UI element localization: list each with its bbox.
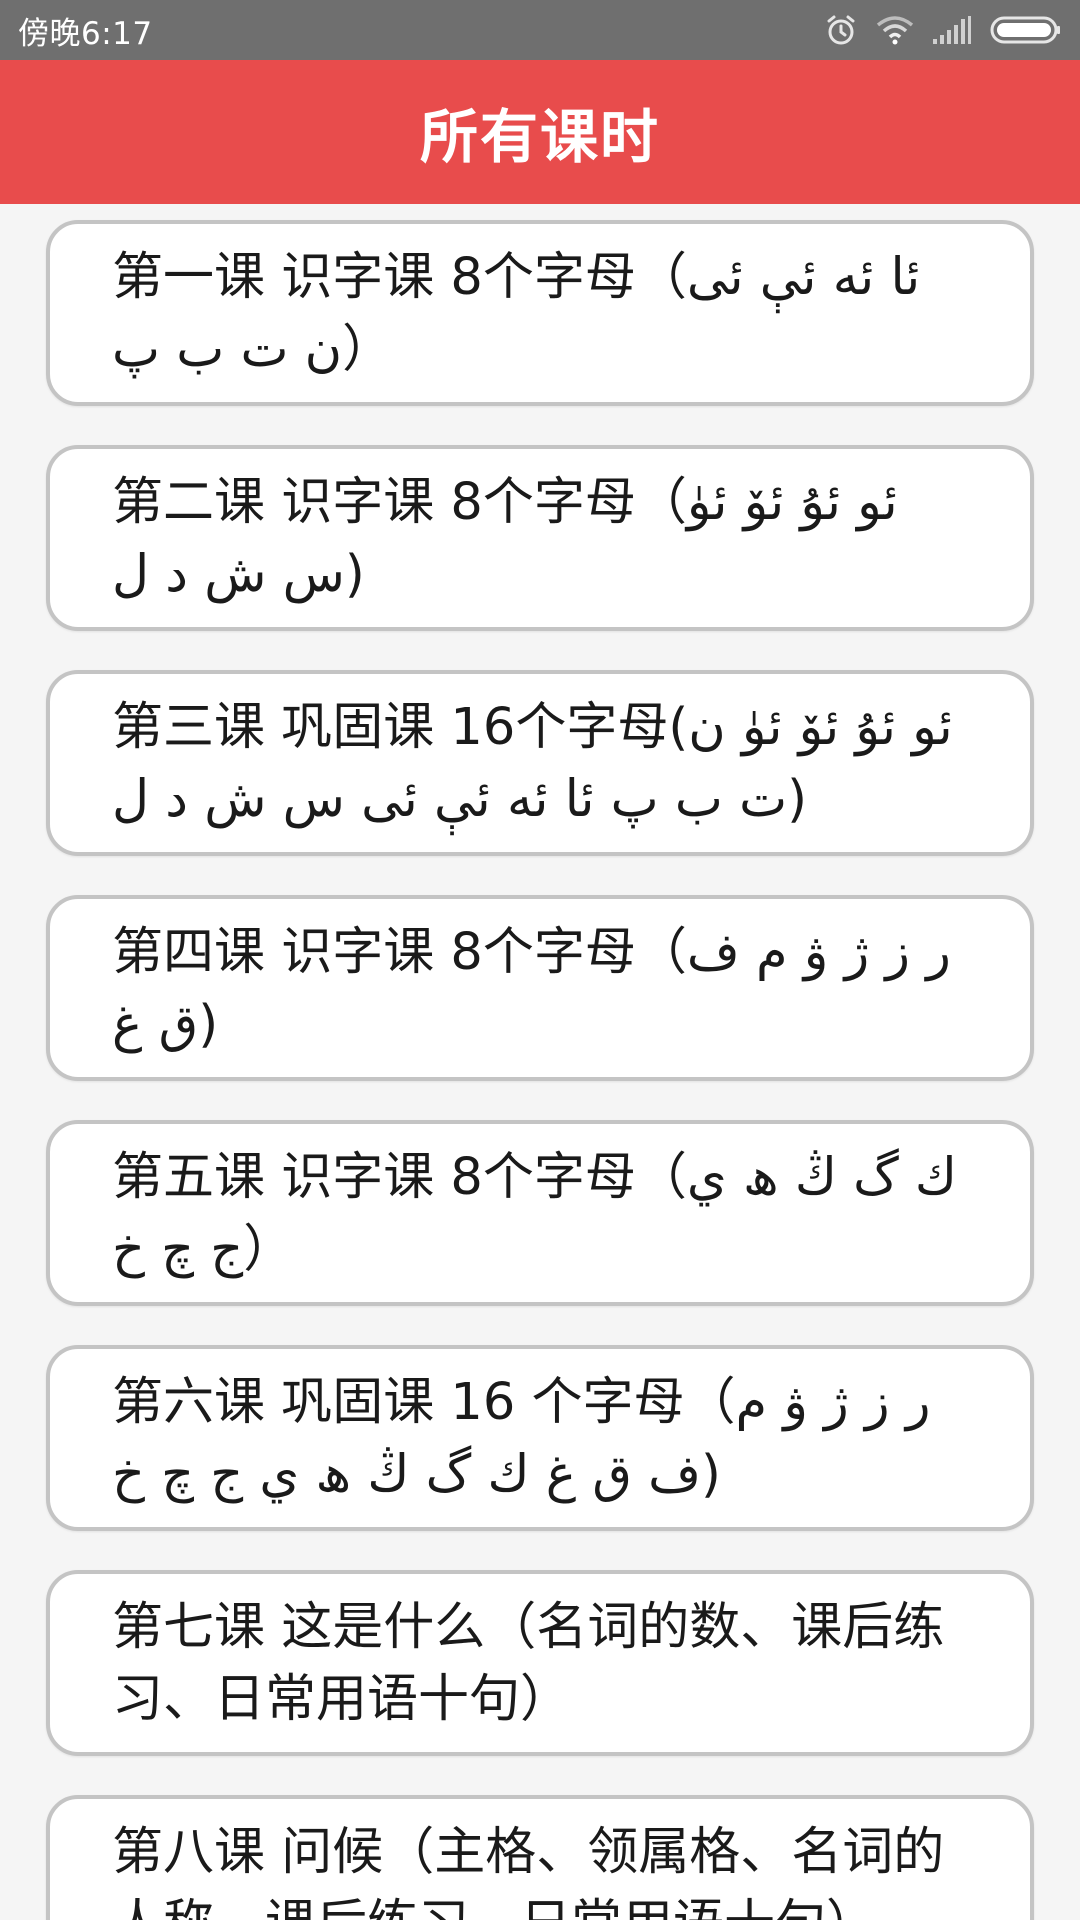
wifi-icon [876,15,914,45]
lesson-card-7[interactable]: 第七课 这是什么（名词的数、课后练习、日常用语十句） [46,1570,1034,1756]
lesson-title: 第四课 识字课 8个字母（ر ز ژ ۋ م ف ق غ) [112,923,951,1054]
lesson-title: 第一课 识字课 8个字母（ئا ئە ئې ئى ن ت ب پ） [112,248,921,379]
lesson-title: 第五课 识字课 8个字母（ك گ ڭ ھ ي ج چ خ） [112,1148,957,1279]
lesson-card-3[interactable]: 第三课 巩固课 16个字母(ئو ئۇ ئۆ ئۈ ن ت ب پ ئا ئە … [46,670,1034,856]
lesson-card-2[interactable]: 第二课 识字课 8个字母（ئو ئۇ ئۆ ئۈ س ش د ل) [46,445,1034,631]
lesson-card-5[interactable]: 第五课 识字课 8个字母（ك گ ڭ ھ ي ج چ خ） [46,1120,1034,1306]
signal-icon [932,15,972,45]
lesson-title: 第六课 巩固课 16 个字母（ر ز ژ ۋ م ف ق غ ك گ ڭ ھ ي… [112,1373,931,1504]
page-title: 所有课时 [419,103,660,171]
alarm-icon [824,13,858,47]
lesson-list[interactable]: 第一课 识字课 8个字母（ئا ئە ئې ئى ن ت ب پ） 第二课 识字… [0,204,1080,1920]
lesson-card-8[interactable]: 第八课 问候（主格、领属格、名词的人称、课后练习、日常用语十句） [46,1795,1034,1920]
lesson-card-4[interactable]: 第四课 识字课 8个字母（ر ز ژ ۋ م ف ق غ) [46,895,1034,1081]
status-bar: 傍晚6:17 [0,0,1080,60]
lesson-card-1[interactable]: 第一课 识字课 8个字母（ئا ئە ئې ئى ن ت ب پ） [46,220,1034,406]
lesson-title: 第三课 巩固课 16个字母(ئو ئۇ ئۆ ئۈ ن ت ب پ ئا ئە … [112,698,953,829]
app-bar: 所有课时 [0,60,1080,204]
status-time: 傍晚6:17 [18,15,153,52]
lesson-title: 第二课 识字课 8个字母（ئو ئۇ ئۆ ئۈ س ش د ل) [112,473,898,604]
lesson-title: 第七课 这是什么（名词的数、课后练习、日常用语十句） [112,1598,945,1729]
battery-icon [990,15,1062,45]
status-icons [824,13,1062,47]
lesson-title: 第八课 问候（主格、领属格、名词的人称、课后练习、日常用语十句） [112,1823,945,1920]
lesson-card-6[interactable]: 第六课 巩固课 16 个字母（ر ز ژ ۋ م ف ق غ ك گ ڭ ھ ي… [46,1345,1034,1531]
